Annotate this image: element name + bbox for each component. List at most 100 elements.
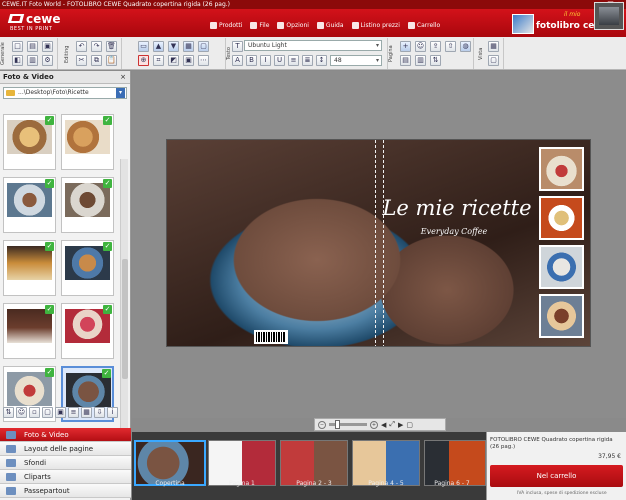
nav-cliparts[interactable]: Cliparts	[0, 470, 131, 484]
check-icon: ✓	[45, 305, 54, 314]
shadow-icon[interactable]: ◩	[168, 55, 179, 66]
copy-icon[interactable]: ⧉	[91, 55, 102, 66]
layer-up-icon[interactable]: ▲	[153, 41, 164, 52]
italic-icon[interactable]: I	[260, 55, 271, 66]
photo	[7, 183, 52, 217]
text-icon[interactable]: T	[232, 41, 243, 52]
info-icon[interactable]: i	[107, 407, 118, 418]
list-view-icon[interactable]: ≡	[68, 407, 79, 418]
nav-page-layout[interactable]: Layout delle pagine	[0, 442, 131, 456]
align-center-icon[interactable]: ≣	[302, 55, 313, 66]
nav-backgrounds[interactable]: Sfondi	[0, 456, 131, 470]
people-filter-icon[interactable]: ☺	[16, 407, 27, 418]
folder-icon	[6, 90, 15, 96]
page-order-icon[interactable]: ⇅	[430, 55, 441, 66]
open-icon[interactable]: ▤	[27, 41, 38, 52]
photo-thumb[interactable]: ✓	[61, 114, 114, 170]
cover-title[interactable]: Le mie ricette	[377, 196, 537, 220]
side-photo[interactable]	[539, 196, 584, 240]
cewe-logo: cewe BEST IN PRINT	[6, 11, 62, 35]
nav-passepartout[interactable]: Passepartout	[0, 484, 131, 498]
frame-icon[interactable]: ▢	[198, 41, 209, 52]
photo-thumb[interactable]: ✓	[61, 240, 114, 296]
text-color-icon[interactable]: A	[232, 55, 243, 66]
scrollbar-thumb[interactable]	[122, 259, 128, 379]
toolbar-group-general: Generale □ ▤ ▣ ◧ ▥ ⚙	[0, 38, 58, 69]
menu-products[interactable]: Prodotti	[210, 20, 242, 30]
layer-down-icon[interactable]: ▼	[168, 41, 179, 52]
crop-icon[interactable]: ⌗	[153, 55, 164, 66]
line-spacing-icon[interactable]: ↕	[316, 55, 327, 66]
next-page-icon[interactable]: ▶	[398, 421, 403, 429]
menu-price-list[interactable]: Listino prezzi	[351, 20, 400, 30]
menu-options[interactable]: Opzioni	[277, 20, 309, 30]
side-photo[interactable]	[539, 147, 584, 191]
more-icon[interactable]: ⋯	[198, 55, 209, 66]
size-medium-icon[interactable]: ▢	[42, 407, 53, 418]
add-to-cart-button[interactable]: Nel carrello	[490, 465, 623, 487]
photo-thumb[interactable]: ✓	[61, 177, 114, 233]
cover-photo[interactable]	[167, 140, 590, 346]
zoom-bar: − + ◀ ⤢ ▶ ▢	[314, 418, 446, 431]
globe-icon[interactable]: ◍	[460, 41, 471, 52]
photo-thumb[interactable]: ✓	[3, 240, 56, 296]
cut-icon[interactable]: ✂	[76, 55, 87, 66]
zoom-knob[interactable]	[335, 420, 340, 429]
size-small-icon[interactable]: ▫	[29, 407, 40, 418]
prev-page-icon[interactable]: ◀	[381, 421, 386, 429]
chevron-down-icon[interactable]: ▾	[116, 88, 125, 98]
help-icon	[316, 21, 324, 29]
nav-photos-videos[interactable]: Foto & Video	[0, 428, 131, 442]
photo-thumb[interactable]: ✓	[3, 114, 56, 170]
zoom-in-icon[interactable]: +	[370, 420, 378, 429]
underline-icon[interactable]: U	[274, 55, 285, 66]
group-icon[interactable]: ▦	[183, 41, 194, 52]
bold-icon[interactable]: B	[246, 55, 257, 66]
menu-file[interactable]: File	[250, 20, 269, 30]
zoom-slider[interactable]	[329, 420, 367, 429]
fullscreen-icon[interactable]: ▢	[406, 421, 413, 429]
cover-spread[interactable]: Le mie ricette Everyday Coffee	[166, 139, 591, 347]
upload-icon[interactable]: ⇧	[445, 41, 456, 52]
page-label: Pagina 4 - 5	[368, 480, 404, 487]
share-icon[interactable]: ⇪	[430, 41, 441, 52]
select-icon[interactable]: ⊕	[138, 55, 149, 66]
photo-scrollbar[interactable]	[120, 159, 128, 473]
fit-icon[interactable]: ⤢	[389, 420, 395, 429]
align-left-icon[interactable]: ≡	[288, 55, 299, 66]
side-photo[interactable]	[539, 294, 584, 338]
grid-view-icon[interactable]: ▦	[81, 407, 92, 418]
side-photo[interactable]	[539, 245, 584, 289]
photo-thumb[interactable]: ✓	[61, 303, 114, 359]
size-large-icon[interactable]: ▣	[55, 407, 66, 418]
sort-icon[interactable]: ⇅	[3, 407, 14, 418]
delete-icon[interactable]: 🗑	[106, 41, 117, 52]
font-select[interactable]: Ubuntu Light	[244, 40, 382, 51]
view-single-icon[interactable]: ▢	[488, 55, 499, 66]
paste-icon[interactable]: 📋	[106, 55, 117, 66]
folder-path-select[interactable]: ...\Desktop\Foto\Ricette ▾	[3, 87, 127, 99]
undo-icon[interactable]: ↶	[76, 41, 87, 52]
page-bg-icon[interactable]: ▥	[415, 55, 426, 66]
new-icon[interactable]: □	[12, 41, 23, 52]
photo-thumb[interactable]: ✓	[3, 177, 56, 233]
settings-icon[interactable]: ⚙	[42, 55, 53, 66]
panel-close-icon[interactable]: ×	[120, 71, 126, 84]
border-icon[interactable]: ▣	[183, 55, 194, 66]
page-layout-icon[interactable]: ▤	[400, 55, 411, 66]
menu-help[interactable]: Guida	[316, 20, 344, 30]
zoom-out-icon[interactable]: −	[318, 420, 326, 429]
import-icon[interactable]: ⇩	[94, 407, 105, 418]
save-icon[interactable]: ▣	[42, 41, 53, 52]
view-grid-icon[interactable]: ▦	[488, 41, 499, 52]
cover-subtitle[interactable]: Everyday Coffee	[399, 227, 509, 236]
add-page-icon[interactable]: +	[400, 41, 411, 52]
menu-cart[interactable]: Carrello	[407, 20, 440, 30]
print-icon[interactable]: ▥	[27, 55, 38, 66]
people-icon[interactable]: ☺	[415, 41, 426, 52]
preview-icon[interactable]: ◧	[12, 55, 23, 66]
align-icon[interactable]: ▭	[138, 41, 149, 52]
photo-thumb[interactable]: ✓	[3, 303, 56, 359]
redo-icon[interactable]: ↷	[91, 41, 102, 52]
font-size-select[interactable]: 48	[330, 55, 382, 66]
